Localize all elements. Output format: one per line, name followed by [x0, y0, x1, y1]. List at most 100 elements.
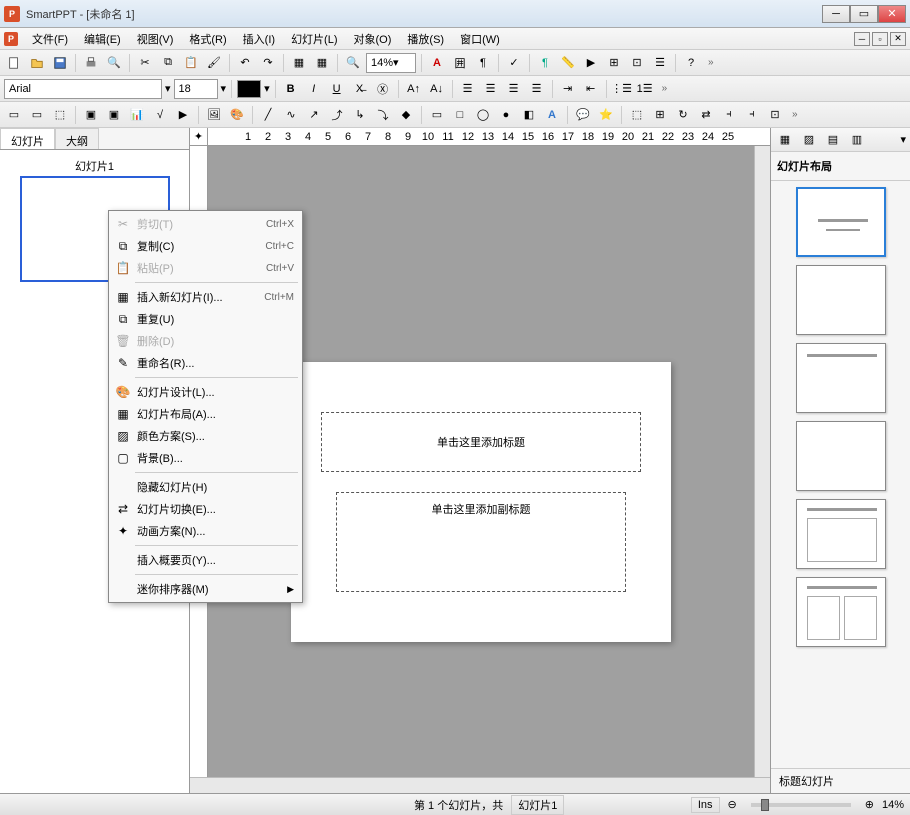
- mdi-minimize[interactable]: ─: [854, 32, 870, 46]
- ctx-insert-slide[interactable]: ▦插入新幻灯片(I)...Ctrl+M: [109, 286, 302, 308]
- fill-color-button[interactable]: [237, 80, 261, 98]
- tab-outline[interactable]: 大纲: [55, 128, 99, 149]
- menu-window[interactable]: 窗口(W): [452, 28, 508, 50]
- align-center-button[interactable]: ☰: [481, 79, 501, 99]
- cut-button[interactable]: ✂: [135, 53, 155, 73]
- layout-title-content[interactable]: [796, 499, 886, 569]
- increase-font-button[interactable]: A↑: [404, 79, 424, 99]
- menu-view[interactable]: 视图(V): [129, 28, 182, 50]
- draw-connector4[interactable]: ◆: [396, 105, 416, 125]
- zoom-combo[interactable]: 14% ▾: [366, 53, 416, 73]
- ctx-animation[interactable]: ✦动画方案(N)...: [109, 520, 302, 542]
- help-button[interactable]: ?: [681, 53, 701, 73]
- undo-button[interactable]: ↶: [235, 53, 255, 73]
- shape-ellipse[interactable]: ◯: [473, 105, 493, 125]
- shape-math[interactable]: √: [150, 105, 170, 125]
- tab-slides[interactable]: 幻灯片: [0, 128, 55, 149]
- save-button[interactable]: [50, 53, 70, 73]
- layout-blank[interactable]: [796, 265, 886, 335]
- slideshow-button[interactable]: ▶: [581, 53, 601, 73]
- layout-title-slide[interactable]: [796, 187, 886, 257]
- zoom-minus-icon[interactable]: ⊖: [728, 798, 737, 811]
- grid-button[interactable]: ⊞: [604, 53, 624, 73]
- shape-star[interactable]: ⭐: [596, 105, 616, 125]
- ctx-layout[interactable]: ▦幻灯片布局(A)...: [109, 403, 302, 425]
- shape-circle[interactable]: ●: [496, 105, 516, 125]
- copy-button[interactable]: ⧉: [158, 53, 178, 73]
- shape-3d[interactable]: ◧: [519, 105, 539, 125]
- shadow-button[interactable]: Ⓧ: [373, 79, 393, 99]
- ctx-design[interactable]: 🎨幻灯片设计(L)...: [109, 381, 302, 403]
- draw-curve[interactable]: ∿: [281, 105, 301, 125]
- menu-file[interactable]: 文件(F): [24, 28, 76, 50]
- taskpane-btn4[interactable]: ▥: [847, 130, 867, 150]
- taskpane-menu[interactable]: ▾: [900, 133, 906, 146]
- font-dropdown-icon[interactable]: ▾: [165, 82, 171, 95]
- draw-line[interactable]: ╱: [258, 105, 278, 125]
- horizontal-scrollbar[interactable]: [190, 777, 770, 793]
- draw-arrow[interactable]: ↗: [304, 105, 324, 125]
- draw-connector2[interactable]: ↳: [350, 105, 370, 125]
- group-button[interactable]: ⊞: [650, 105, 670, 125]
- italic-button[interactable]: I: [304, 79, 324, 99]
- ctx-color-scheme[interactable]: ▨颜色方案(S)...: [109, 425, 302, 447]
- shape-frame2[interactable]: ▭: [27, 105, 47, 125]
- char-format-button[interactable]: 囲: [450, 53, 470, 73]
- bullets-button[interactable]: ⋮☰: [612, 79, 632, 99]
- vertical-scrollbar[interactable]: [754, 146, 770, 777]
- layout-two-content[interactable]: [796, 577, 886, 647]
- size-dropdown-icon[interactable]: ▾: [221, 82, 227, 95]
- layout-title-only[interactable]: [796, 343, 886, 413]
- distribute-button[interactable]: ⫞: [742, 105, 762, 125]
- print-button[interactable]: [81, 53, 101, 73]
- font-color-button[interactable]: A: [427, 53, 447, 73]
- color-dropdown-icon[interactable]: ▾: [264, 82, 270, 95]
- zoom-plus-icon[interactable]: ⊕: [865, 798, 874, 811]
- taskpane-btn1[interactable]: ▦: [775, 130, 795, 150]
- format-painter-button[interactable]: 🖌: [204, 53, 224, 73]
- shape-image[interactable]: 🖼: [204, 105, 224, 125]
- ctx-background[interactable]: ▢背景(B)...: [109, 447, 302, 469]
- toolbar3-overflow[interactable]: »: [792, 109, 798, 120]
- slide-1[interactable]: 单击这里添加标题 单击这里添加副标题: [291, 362, 671, 642]
- ctx-delete[interactable]: 🗑删除(D): [109, 330, 302, 352]
- toolbar2-overflow[interactable]: »: [662, 83, 668, 94]
- ctx-duplicate[interactable]: ⧉重复(U): [109, 308, 302, 330]
- para-format-button[interactable]: ¶: [473, 53, 493, 73]
- underline-button[interactable]: U: [327, 79, 347, 99]
- shape-frame1[interactable]: ▭: [4, 105, 24, 125]
- insert-table-button[interactable]: ▦: [312, 53, 332, 73]
- ctx-transition[interactable]: ⇄幻灯片切换(E)...: [109, 498, 302, 520]
- draw-connector3[interactable]: ⤵: [373, 105, 393, 125]
- numbering-button[interactable]: 1☰: [635, 79, 655, 99]
- shape-frame3[interactable]: ⬚: [50, 105, 70, 125]
- snap-button[interactable]: ⊡: [765, 105, 785, 125]
- font-name-combo[interactable]: Arial: [4, 79, 162, 99]
- toolbar-overflow[interactable]: »: [708, 57, 714, 68]
- menu-format[interactable]: 格式(R): [181, 28, 234, 50]
- increase-indent-button[interactable]: ⇥: [558, 79, 578, 99]
- subtitle-placeholder[interactable]: 单击这里添加副标题: [336, 492, 626, 592]
- new-button[interactable]: [4, 53, 24, 73]
- guides-button[interactable]: ⊡: [627, 53, 647, 73]
- paste-button[interactable]: 📋: [181, 53, 201, 73]
- menu-insert[interactable]: 插入(I): [235, 28, 283, 50]
- draw-connector1[interactable]: ⤴: [327, 105, 347, 125]
- arrange-button[interactable]: ⬚: [627, 105, 647, 125]
- decrease-indent-button[interactable]: ⇤: [581, 79, 601, 99]
- ctx-hide-slide[interactable]: 隐藏幻灯片(H): [109, 476, 302, 498]
- zoom-slider[interactable]: [751, 803, 851, 807]
- flip-button[interactable]: ⇄: [696, 105, 716, 125]
- maximize-button[interactable]: ▭: [850, 5, 878, 23]
- ruler-button[interactable]: 📏: [558, 53, 578, 73]
- layout-content[interactable]: [796, 421, 886, 491]
- redo-button[interactable]: ↷: [258, 53, 278, 73]
- spellcheck-button[interactable]: ✓: [504, 53, 524, 73]
- mdi-restore[interactable]: ▫: [872, 32, 888, 46]
- bold-button[interactable]: B: [281, 79, 301, 99]
- shape-plugin[interactable]: ▣: [104, 105, 124, 125]
- decrease-font-button[interactable]: A↓: [427, 79, 447, 99]
- align-justify-button[interactable]: ☰: [527, 79, 547, 99]
- shape-gallery[interactable]: 🎨: [227, 105, 247, 125]
- align-button[interactable]: ⫞: [719, 105, 739, 125]
